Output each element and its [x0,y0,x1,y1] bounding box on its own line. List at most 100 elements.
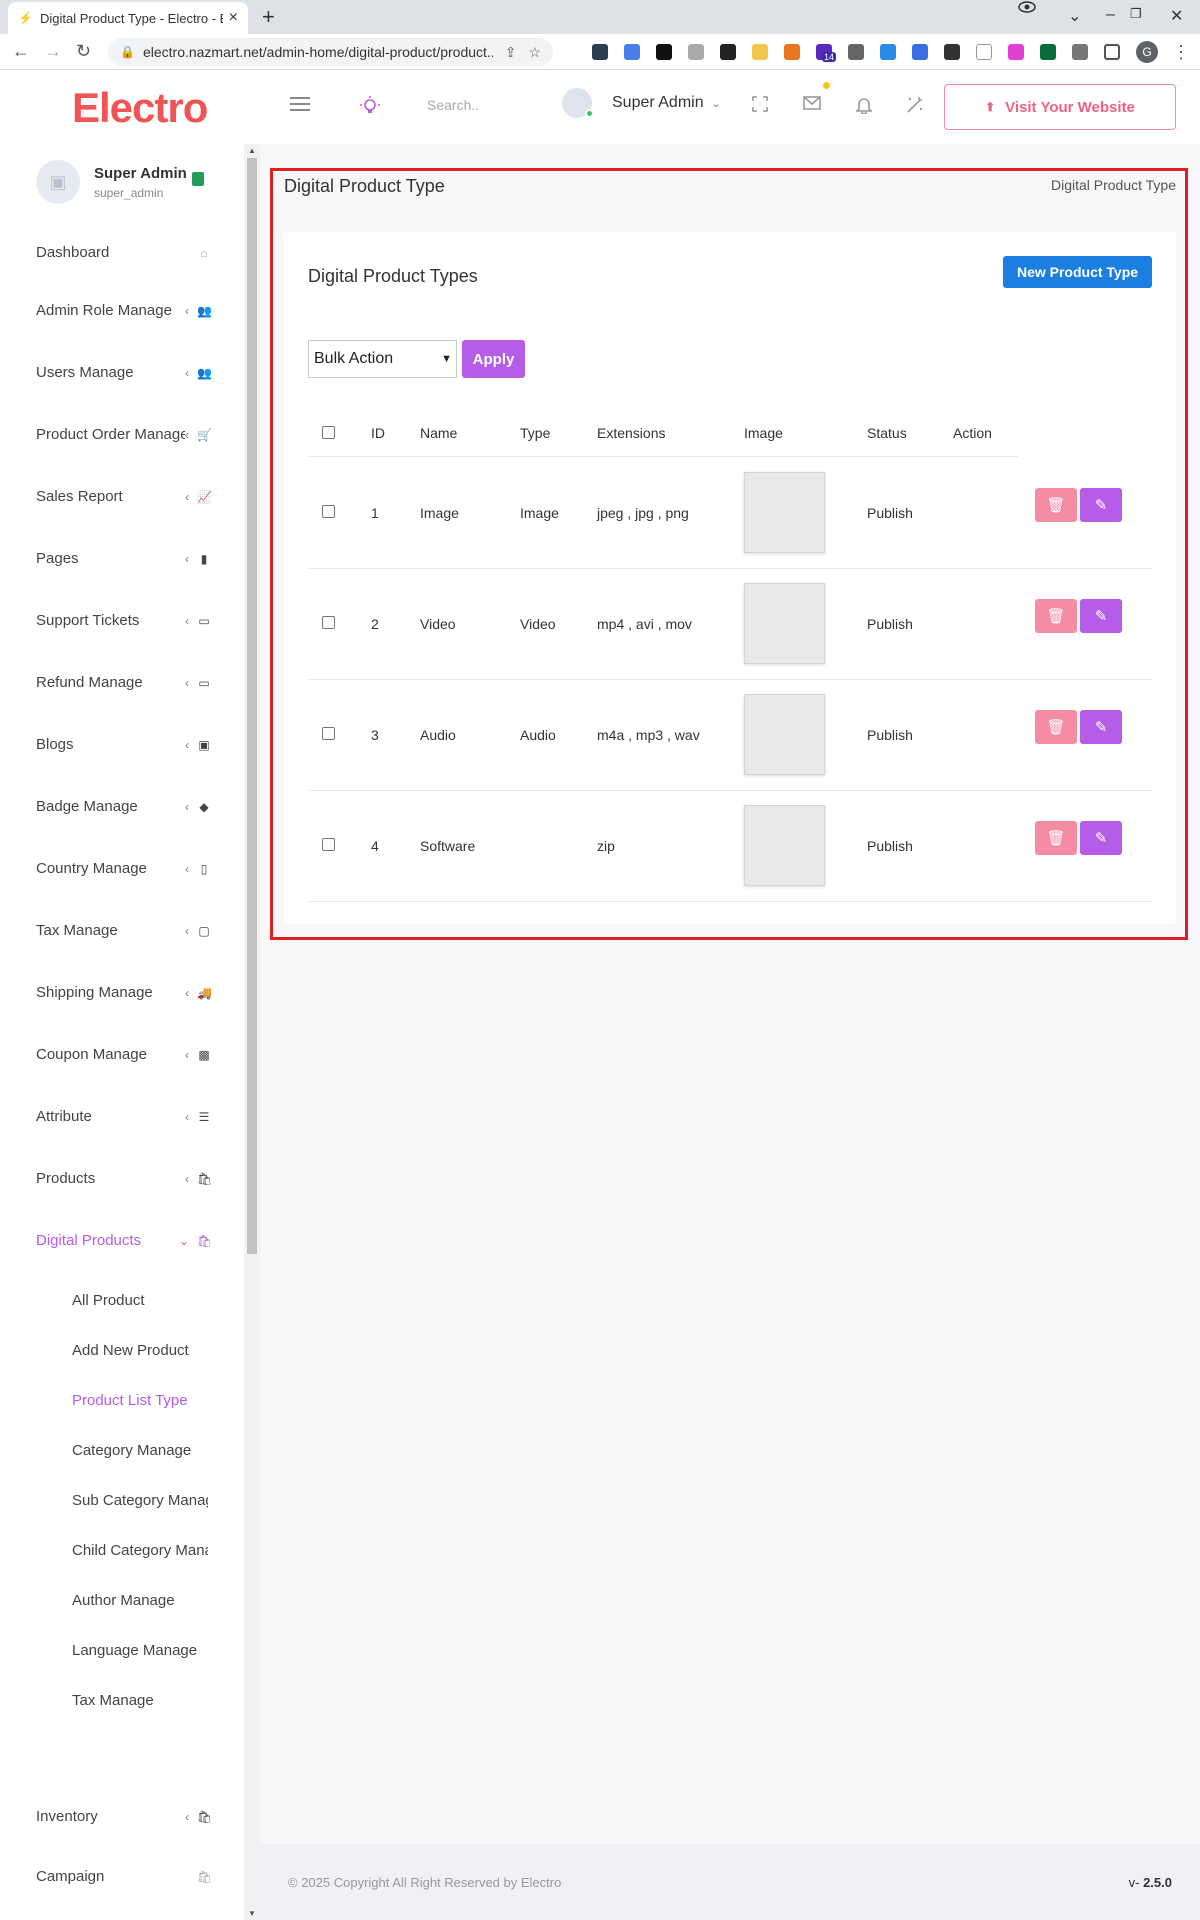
search-input[interactable]: Search.. [427,97,479,113]
translate-extension-icon[interactable] [624,44,640,60]
sidebar-item-label: Products [36,1170,96,1187]
sidebar-item-label: Shipping Manage [36,984,153,1001]
cap-extension-icon[interactable]: 14 [816,44,837,62]
sidebar-item-users[interactable]: Users Manage ‹ 👥 [36,364,212,381]
sidebar-subitem-product-list-type[interactable]: Product List Type [72,1392,208,1409]
chevron-left-icon: ‹ [185,613,189,628]
magic-wand-icon[interactable] [906,96,924,114]
sidebar-item-product-order[interactable]: Product Order Manage ‹ 🛒 [36,426,212,443]
reload-icon[interactable]: ↻ [76,42,91,60]
sidebar-item-coupon[interactable]: Coupon Manage ‹ ▩ [36,1046,211,1063]
arrow-extension-icon[interactable] [1008,44,1024,60]
sidebar-item-sales-report[interactable]: Sales Report ‹ 📈 [36,488,212,505]
checkbox-extension-icon[interactable] [912,44,928,60]
shopping-bag-icon: 🛍 [197,1809,213,1824]
close-tab-icon[interactable]: × [229,9,238,27]
sidebar-user[interactable]: ▣ Super Admin super_admin [36,160,204,204]
sidebar-item-attribute[interactable]: Attribute ‹ ☰ [36,1108,211,1125]
font-extension-icon[interactable] [656,44,672,60]
copyright-text: © 2025 Copyright All Right Reserved by E… [288,1875,562,1890]
address-bar[interactable]: 🔒 electro.nazmart.net/admin-home/digital… [108,38,553,66]
upload-icon: ⬆ [985,100,996,114]
y-extension-icon[interactable] [976,44,992,60]
sidebar-item-refund[interactable]: Refund Manage ‹ ▭ [36,674,211,691]
visit-website-button[interactable]: ⬆ Visit Your Website [944,84,1176,130]
sidebar-subitem-tax-manage[interactable]: Tax Manage [72,1692,208,1709]
screen-extension-icon[interactable] [880,44,896,60]
sidebar-subitem-all-product[interactable]: All Product [72,1292,208,1309]
side-panel-icon[interactable] [1104,44,1120,60]
sidebar-subitem-add-new-product[interactable]: Add New Product [72,1342,208,1359]
sidebar-item-inventory[interactable]: Inventory ‹ 🛍 [36,1808,213,1825]
sidebar-item-shipping[interactable]: Shipping Manage ‹ 🚚 [36,984,212,1001]
minimize-icon[interactable]: – [1106,6,1115,24]
sidebar-item-label: Attribute [36,1108,92,1125]
chevron-left-icon: ‹ [185,861,189,876]
browser-menu-icon[interactable]: ⋮ [1172,42,1190,63]
sidebar-subitem-language-manage[interactable]: Language Manage [72,1642,208,1659]
bookmark-star-icon[interactable]: ☆ [528,44,541,61]
sidebar-item-campaign[interactable]: Campaign 🛍 [36,1868,213,1885]
sidebar-item-dashboard[interactable]: Dashboard ⌂ [36,244,211,261]
lightbulb-icon[interactable] [360,96,380,116]
sidebar-item-blogs[interactable]: Blogs ‹ ▣ [36,736,211,753]
money-icon: ▢ [198,923,210,938]
chevron-left-icon: ‹ [185,1047,189,1062]
chevron-left-icon: ‹ [185,799,189,814]
sidebar-item-label: Country Manage [36,860,147,877]
sidebar-scrollbar[interactable]: ▲ ▼ [244,144,260,1920]
sidebar-subitem-category-manage[interactable]: Category Manage [72,1442,208,1459]
sidebar-subitem-sub-category-manage[interactable]: Sub Category Manage [72,1492,208,1509]
bell-icon[interactable] [856,96,872,114]
sidebar-item-digital-products[interactable]: Digital Products ⌄ 🛍 [36,1232,212,1249]
verified-badge-icon [192,172,204,186]
notes-extension-icon[interactable] [752,44,768,60]
puzzle-extensions-icon[interactable] [1072,44,1088,60]
map-icon: ▯ [200,861,208,876]
wordpress-extension-icon[interactable] [784,44,800,60]
close-window-icon[interactable]: ✕ [1170,6,1183,26]
sidebar-item-support-tickets[interactable]: Support Tickets ‹ ▭ [36,612,211,629]
cup-extension-icon[interactable] [848,44,864,60]
sidebar-item-admin-role[interactable]: Admin Role Manage ‹ 👥 [36,302,212,319]
browser-tab[interactable]: ⚡ Digital Product Type - Electro - E × [8,2,248,34]
fullscreen-icon[interactable] [752,96,768,112]
hamburger-menu-icon[interactable] [290,96,310,112]
extension-eye-icon[interactable] [1018,0,1036,14]
restore-icon[interactable]: ❐ [1130,6,1142,22]
new-tab-icon[interactable]: + [262,6,275,28]
sidebar-item-tax[interactable]: Tax Manage ‹ ▢ [36,922,211,939]
url-text: electro.nazmart.net/admin-home/digital-p… [142,44,493,60]
camera-extension-icon[interactable] [688,44,704,60]
shopping-bag-icon: 🛍 [197,1869,213,1884]
sidebar-item-pages[interactable]: Pages ‹ ▮ [36,550,211,567]
sidebar-item-country[interactable]: Country Manage ‹ ▯ [36,860,211,877]
coupon-icon: ▩ [198,1047,210,1062]
sidebar-item-badge[interactable]: Badge Manage ‹ ◆ [36,798,211,815]
tag-icon: ◆ [199,799,209,814]
users-icon: 👥 [197,303,212,318]
scroll-down-arrow-icon[interactable]: ▼ [248,1909,256,1918]
chevron-left-icon: ‹ [185,427,189,442]
scroll-up-arrow-icon[interactable]: ▲ [248,146,256,155]
tab-search-chevron-icon[interactable]: ⌄ [1068,6,1081,26]
sidebar-subitem-child-category-manage[interactable]: Child Category Manage [72,1542,208,1559]
chevron-left-icon: ‹ [185,985,189,1000]
lt-extension-icon[interactable] [944,44,960,60]
forward-icon[interactable]: → [44,42,62,60]
back-icon[interactable]: ← [12,42,30,60]
admin-dropdown[interactable]: Super Admin ⌄ [562,88,721,118]
grammar-extension-icon[interactable] [1040,44,1056,60]
chevron-left-icon: ‹ [185,1809,189,1824]
chevron-left-icon: ‹ [185,675,189,690]
scrollbar-thumb[interactable] [247,158,257,1254]
logo[interactable]: Electro [72,84,208,132]
eyedropper-extension-icon[interactable] [720,44,736,60]
profile-avatar[interactable]: G [1136,41,1158,63]
sidebar-subitem-author-manage[interactable]: Author Manage [72,1592,208,1609]
share-icon[interactable]: ⇪ [505,44,517,61]
extension-icon[interactable] [592,44,608,60]
sidebar-item-products[interactable]: Products ‹ 🛍 [36,1170,212,1187]
mail-icon[interactable] [803,96,821,110]
cart-icon: 🛒 [197,427,212,442]
